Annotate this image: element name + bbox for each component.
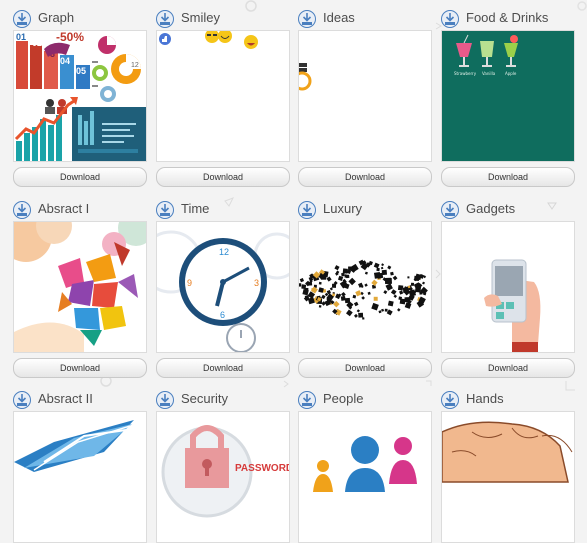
download-button[interactable]: Download bbox=[298, 167, 432, 187]
thumbnail-absract-ii[interactable] bbox=[13, 411, 147, 543]
thumbnail-graph[interactable]: 01 02 -50% 3 04 05 12 bbox=[13, 30, 147, 162]
card-header: Luxury bbox=[298, 200, 438, 220]
category-title[interactable]: Smiley bbox=[181, 10, 220, 26]
download-button[interactable]: Download bbox=[156, 167, 290, 187]
download-category-icon bbox=[156, 391, 174, 409]
download-category-icon bbox=[13, 201, 31, 219]
download-button[interactable]: Download bbox=[156, 358, 290, 378]
category-title[interactable]: Absract I bbox=[38, 201, 89, 217]
download-category-icon bbox=[13, 10, 31, 28]
category-title[interactable]: Luxury bbox=[323, 201, 362, 217]
category-title[interactable]: Hands bbox=[466, 391, 504, 407]
download-category-icon bbox=[298, 201, 316, 219]
thumbnail-gadgets[interactable] bbox=[441, 221, 575, 353]
card-header: Smiley bbox=[156, 9, 296, 29]
drink-label-apple: Apple bbox=[505, 71, 517, 76]
svg-text:6: 6 bbox=[220, 310, 225, 320]
download-category-icon bbox=[298, 10, 316, 28]
svg-text:3: 3 bbox=[254, 278, 259, 288]
svg-text:9: 9 bbox=[187, 278, 192, 288]
card-header: People bbox=[298, 390, 438, 410]
download-button[interactable]: Download bbox=[13, 167, 147, 187]
download-category-icon bbox=[441, 201, 459, 219]
category-title[interactable]: Gadgets bbox=[466, 201, 515, 217]
thumbnail-smiley[interactable] bbox=[156, 30, 290, 162]
thumbnail-food-drinks[interactable]: Strawberry Vanilla Apple bbox=[441, 30, 575, 162]
thumbnail-people[interactable] bbox=[298, 411, 432, 543]
card-header: Food & Drinks bbox=[441, 9, 581, 29]
thumbnail-time[interactable]: 12 3 6 9 bbox=[156, 221, 290, 353]
download-category-icon bbox=[13, 391, 31, 409]
category-title[interactable]: Ideas bbox=[323, 10, 355, 26]
category-grid: Graph 01 02 -50% 3 04 05 bbox=[0, 0, 587, 543]
category-title[interactable]: Security bbox=[181, 391, 228, 407]
download-category-icon bbox=[298, 391, 316, 409]
category-title[interactable]: Food & Drinks bbox=[466, 10, 548, 26]
card-header: Gadgets bbox=[441, 200, 581, 220]
card-header: Ideas bbox=[298, 9, 438, 29]
card-header: Time bbox=[156, 200, 296, 220]
download-category-icon bbox=[441, 10, 459, 28]
card-header: Graph bbox=[13, 9, 153, 29]
graph-label-05: 05 bbox=[76, 66, 86, 76]
download-button[interactable]: Download bbox=[13, 358, 147, 378]
graph-label-01: 01 bbox=[16, 32, 26, 42]
drink-label-strawberry: Strawberry bbox=[454, 71, 477, 76]
thumbnail-luxury[interactable] bbox=[298, 221, 432, 353]
category-title[interactable]: Graph bbox=[38, 10, 74, 26]
download-category-icon bbox=[156, 10, 174, 28]
graph-label-04: 04 bbox=[60, 56, 70, 66]
thumbnail-hands[interactable] bbox=[441, 411, 575, 543]
password-label: PASSWORD bbox=[235, 463, 289, 474]
card-header: Hands bbox=[441, 390, 581, 410]
drink-label-vanilla: Vanilla bbox=[482, 71, 496, 76]
download-button[interactable]: Download bbox=[441, 358, 575, 378]
category-title[interactable]: People bbox=[323, 391, 363, 407]
graph-label-02: 02 bbox=[32, 38, 42, 48]
thumbnail-absract-i[interactable] bbox=[13, 221, 147, 353]
download-button[interactable]: Download bbox=[441, 167, 575, 187]
download-category-icon bbox=[441, 391, 459, 409]
card-header: Security bbox=[156, 390, 296, 410]
card-header: Absract II bbox=[13, 390, 153, 410]
svg-text:12: 12 bbox=[219, 247, 229, 257]
thumbnail-security[interactable]: PASSWORD bbox=[156, 411, 290, 543]
graph-label-50: -50% bbox=[56, 31, 84, 44]
card-header: Absract I bbox=[13, 200, 153, 220]
category-title[interactable]: Time bbox=[181, 201, 209, 217]
graph-label-12: 12 bbox=[131, 62, 139, 69]
download-category-icon bbox=[156, 201, 174, 219]
thumbnail-ideas[interactable] bbox=[298, 30, 432, 162]
download-button[interactable]: Download bbox=[298, 358, 432, 378]
category-title[interactable]: Absract II bbox=[38, 391, 93, 407]
